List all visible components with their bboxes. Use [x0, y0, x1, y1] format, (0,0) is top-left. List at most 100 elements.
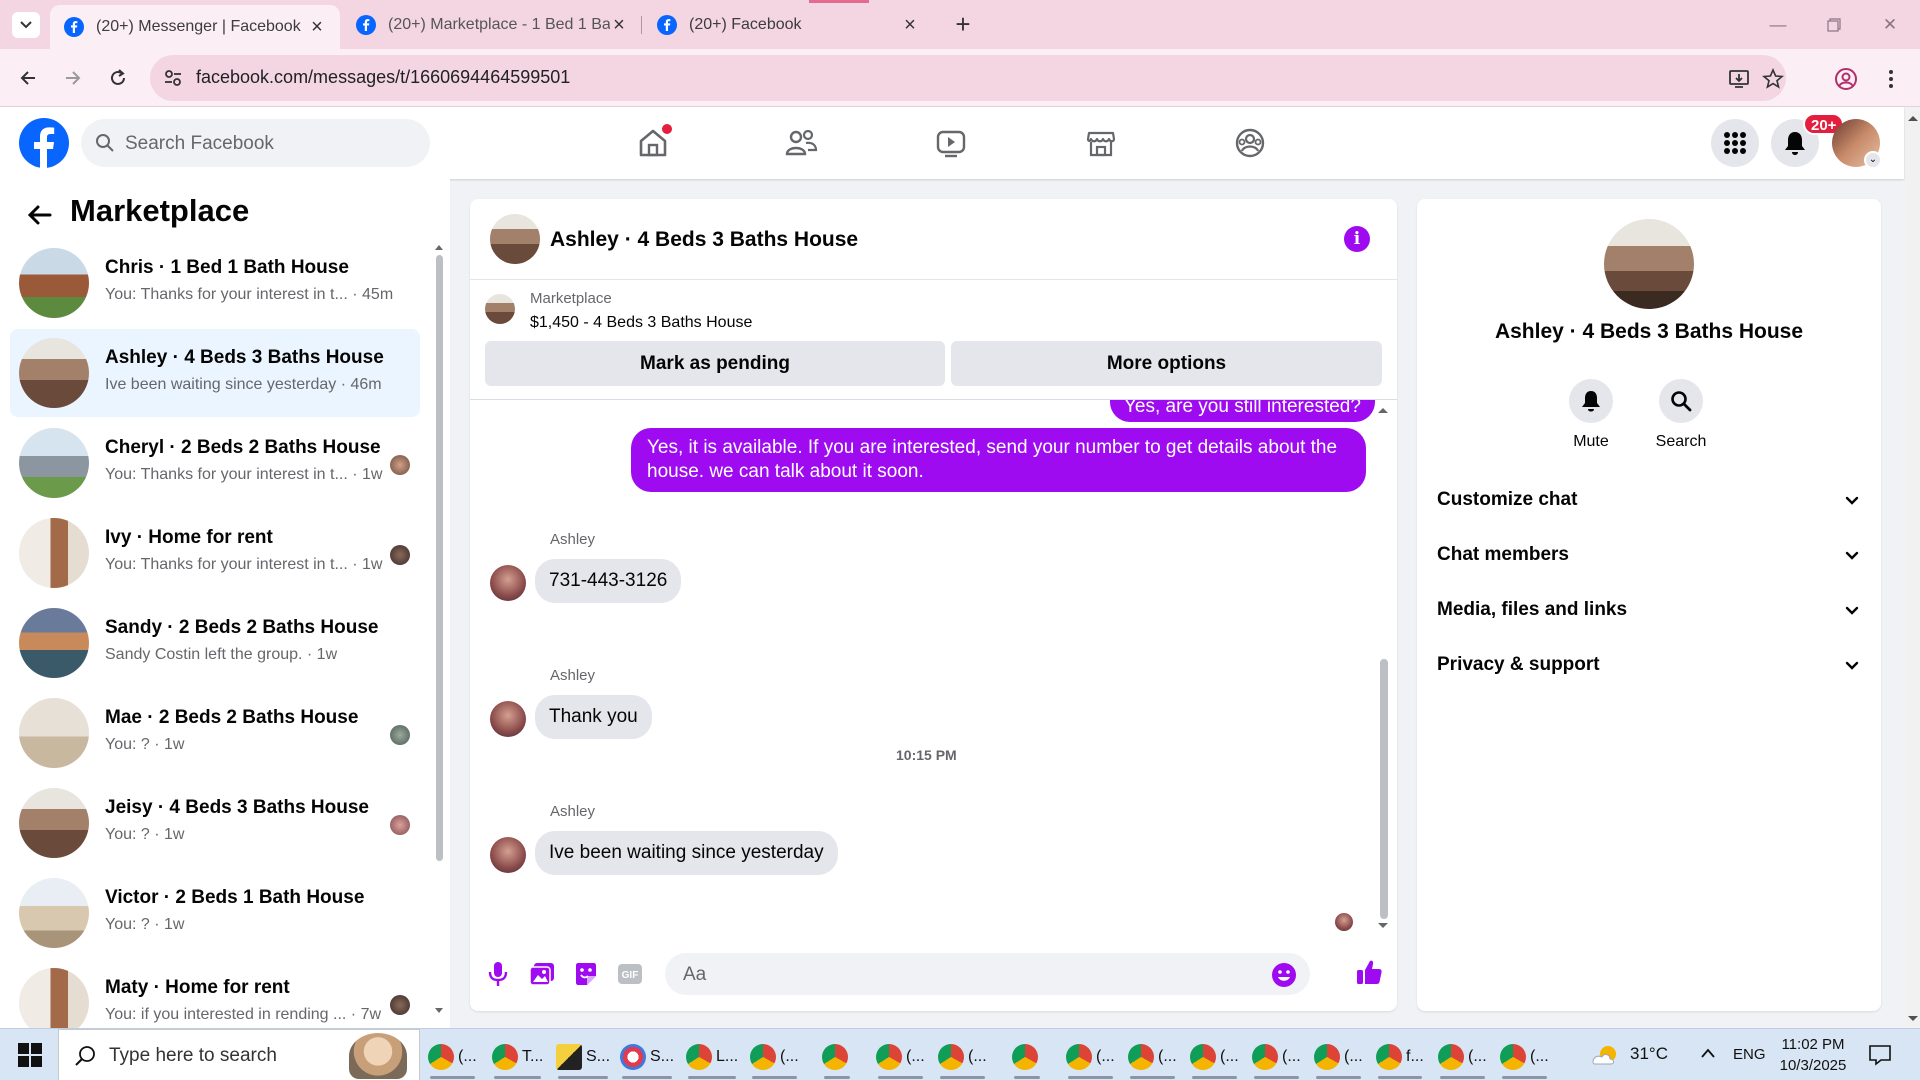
taskbar-chrome-window[interactable]: (... — [1128, 1037, 1177, 1079]
site-settings-icon[interactable] — [162, 67, 184, 89]
minimize-window-button[interactable]: — — [1750, 0, 1806, 49]
tab-facebook[interactable]: (20+) Facebook × — [643, 0, 933, 49]
sender-avatar[interactable] — [490, 837, 526, 873]
tab-search-chevron-icon[interactable] — [12, 12, 40, 38]
facebook-search-input[interactable]: Search Facebook — [81, 119, 430, 167]
incoming-message: Ive been waiting since yesterday — [535, 831, 838, 875]
conversation-item-selected[interactable]: Ashley · 4 Beds 3 Baths House Ive been w… — [10, 329, 420, 417]
taskbar-chrome-window[interactable]: (... — [1066, 1037, 1115, 1079]
taskbar-chrome-window[interactable] — [822, 1037, 852, 1079]
taskbar-sticky-notes[interactable]: S... — [556, 1037, 610, 1079]
info-icon[interactable]: i — [1344, 226, 1370, 252]
mute-button[interactable]: Mute — [1546, 379, 1636, 451]
search-in-chat-button[interactable]: Search — [1636, 379, 1726, 451]
taskbar-chrome-window[interactable]: (... — [750, 1037, 799, 1079]
watch-nav-icon[interactable] — [931, 123, 971, 163]
windows-start-icon[interactable] — [18, 1043, 42, 1067]
sender-name: Ashley — [550, 531, 596, 548]
taskbar-clock[interactable]: 11:02 PM 10/3/2025 — [1768, 1034, 1858, 1076]
taskbar-chrome-window[interactable] — [1012, 1037, 1042, 1079]
details-avatar[interactable] — [1604, 219, 1694, 309]
emoji-icon[interactable] — [1271, 962, 1297, 988]
like-thumbs-up-icon[interactable] — [1355, 958, 1383, 986]
back-arrow-icon[interactable] — [13, 63, 43, 93]
close-window-button[interactable]: ✕ — [1862, 0, 1918, 49]
chrome-icon — [1066, 1044, 1092, 1070]
mute-label: Mute — [1573, 433, 1609, 450]
conversation-item[interactable]: Chris · 1 Bed 1 Bath House You: Thanks f… — [10, 239, 420, 327]
conversation-item[interactable]: Jeisy · 4 Beds 3 Baths House You: ? · 1w — [10, 779, 420, 867]
new-tab-button[interactable]: + — [950, 11, 976, 38]
sender-avatar[interactable] — [490, 701, 526, 737]
taskbar-app-label: (... — [780, 1048, 799, 1065]
bookmark-star-icon[interactable] — [1762, 68, 1784, 90]
photo-icon[interactable] — [528, 960, 556, 988]
address-bar[interactable]: facebook.com/messages/t/1660694464599501 — [150, 55, 1786, 101]
chat-title[interactable]: Ashley · 4 Beds 3 Baths House — [550, 228, 858, 252]
close-tab-icon[interactable]: × — [901, 15, 919, 35]
tab-marketplace[interactable]: (20+) Marketplace - 1 Bed 1 Bath × — [342, 0, 642, 49]
notification-center-icon[interactable] — [1868, 1043, 1892, 1067]
reload-icon[interactable] — [103, 63, 133, 93]
media-files-links-section[interactable]: Media, files and links — [1437, 591, 1862, 631]
taskbar-search-box[interactable]: Type here to search — [58, 1029, 420, 1080]
taskbar-chrome-window[interactable]: (... — [1500, 1037, 1549, 1079]
forward-arrow-icon[interactable] — [58, 63, 88, 93]
taskbar-chrome-window[interactable]: (... — [876, 1037, 925, 1079]
sticker-icon[interactable] — [572, 960, 600, 988]
taskbar-chrome-window[interactable]: (... — [1438, 1037, 1487, 1079]
conversation-item[interactable]: Victor · 2 Beds 1 Bath House You: ? · 1w — [10, 869, 420, 957]
profile-icon[interactable] — [1834, 67, 1858, 91]
conversation-item[interactable]: Sandy · 2 Beds 2 Baths House Sandy Costi… — [10, 599, 420, 687]
back-arrow-icon[interactable] — [26, 201, 54, 229]
facebook-logo-icon[interactable] — [19, 118, 69, 168]
weather-icon[interactable] — [1590, 1042, 1620, 1068]
show-hidden-icons-chevron-icon[interactable] — [1700, 1047, 1716, 1059]
mark-as-pending-button[interactable]: Mark as pending — [485, 341, 945, 386]
marketplace-nav-icon[interactable] — [1081, 123, 1121, 163]
tab-messenger[interactable]: (20+) Messenger | Facebook × — [50, 5, 340, 49]
messages-scroll-thumb[interactable] — [1380, 659, 1388, 919]
taskbar-snipping-tool[interactable]: S... — [620, 1037, 674, 1079]
close-tab-icon[interactable]: × — [308, 17, 326, 37]
taskbar-chrome-window[interactable]: L... — [686, 1037, 738, 1079]
taskbar-chrome-window[interactable]: T... — [492, 1037, 543, 1079]
message-input[interactable]: Aa — [665, 953, 1310, 995]
outgoing-message: Yes, it is available. If you are interes… — [631, 428, 1366, 492]
conversation-item[interactable]: Maty · Home for rent You: if you interes… — [10, 959, 420, 1029]
gif-icon[interactable]: GIF — [616, 960, 644, 988]
taskbar-chrome-window[interactable]: (... — [1314, 1037, 1363, 1079]
menu-grid-button[interactable] — [1711, 119, 1759, 167]
input-language[interactable]: ENG — [1733, 1046, 1766, 1063]
browser-menu-icon[interactable] — [1886, 67, 1896, 91]
friends-nav-icon[interactable] — [781, 123, 821, 163]
taskbar-chrome-window[interactable]: (... — [1252, 1037, 1301, 1079]
conversation-item[interactable]: Cheryl · 2 Beds 2 Baths House You: Thank… — [10, 419, 420, 507]
taskbar-app-label: (... — [1096, 1048, 1115, 1065]
close-tab-icon[interactable]: × — [610, 15, 628, 35]
page-scrollbar[interactable] — [1906, 110, 1920, 1027]
sender-avatar[interactable] — [490, 565, 526, 601]
account-chevron-icon[interactable]: ⌄ — [1864, 151, 1882, 169]
conversation-item[interactable]: Ivy · Home for rent You: Thanks for your… — [10, 509, 420, 597]
weather-temperature[interactable]: 31°C — [1630, 1044, 1668, 1064]
taskbar-app-label: f... — [1406, 1048, 1424, 1065]
microphone-icon[interactable] — [484, 960, 512, 988]
taskbar-chrome-window[interactable]: (... — [938, 1037, 987, 1079]
chat-avatar[interactable] — [490, 214, 540, 264]
restore-window-button[interactable] — [1806, 0, 1862, 49]
listing-price-title[interactable]: $1,450 - 4 Beds 3 Baths House — [530, 314, 752, 332]
install-app-icon[interactable] — [1728, 68, 1750, 90]
chrome-icon — [750, 1044, 776, 1070]
listing-thumbnail[interactable] — [485, 294, 515, 324]
conversation-item[interactable]: Mae · 2 Beds 2 Baths House You: ? · 1w — [10, 689, 420, 777]
chat-members-section[interactable]: Chat members — [1437, 536, 1862, 576]
chat-list-scroll-thumb[interactable] — [436, 255, 443, 861]
privacy-support-section[interactable]: Privacy & support — [1437, 646, 1862, 686]
taskbar-chrome-window[interactable]: (... — [428, 1037, 477, 1079]
more-options-button[interactable]: More options — [951, 341, 1382, 386]
groups-nav-icon[interactable] — [1230, 123, 1270, 163]
customize-chat-section[interactable]: Customize chat — [1437, 481, 1862, 521]
taskbar-chrome-window[interactable]: f... — [1376, 1037, 1424, 1079]
taskbar-chrome-window[interactable]: (... — [1190, 1037, 1239, 1079]
